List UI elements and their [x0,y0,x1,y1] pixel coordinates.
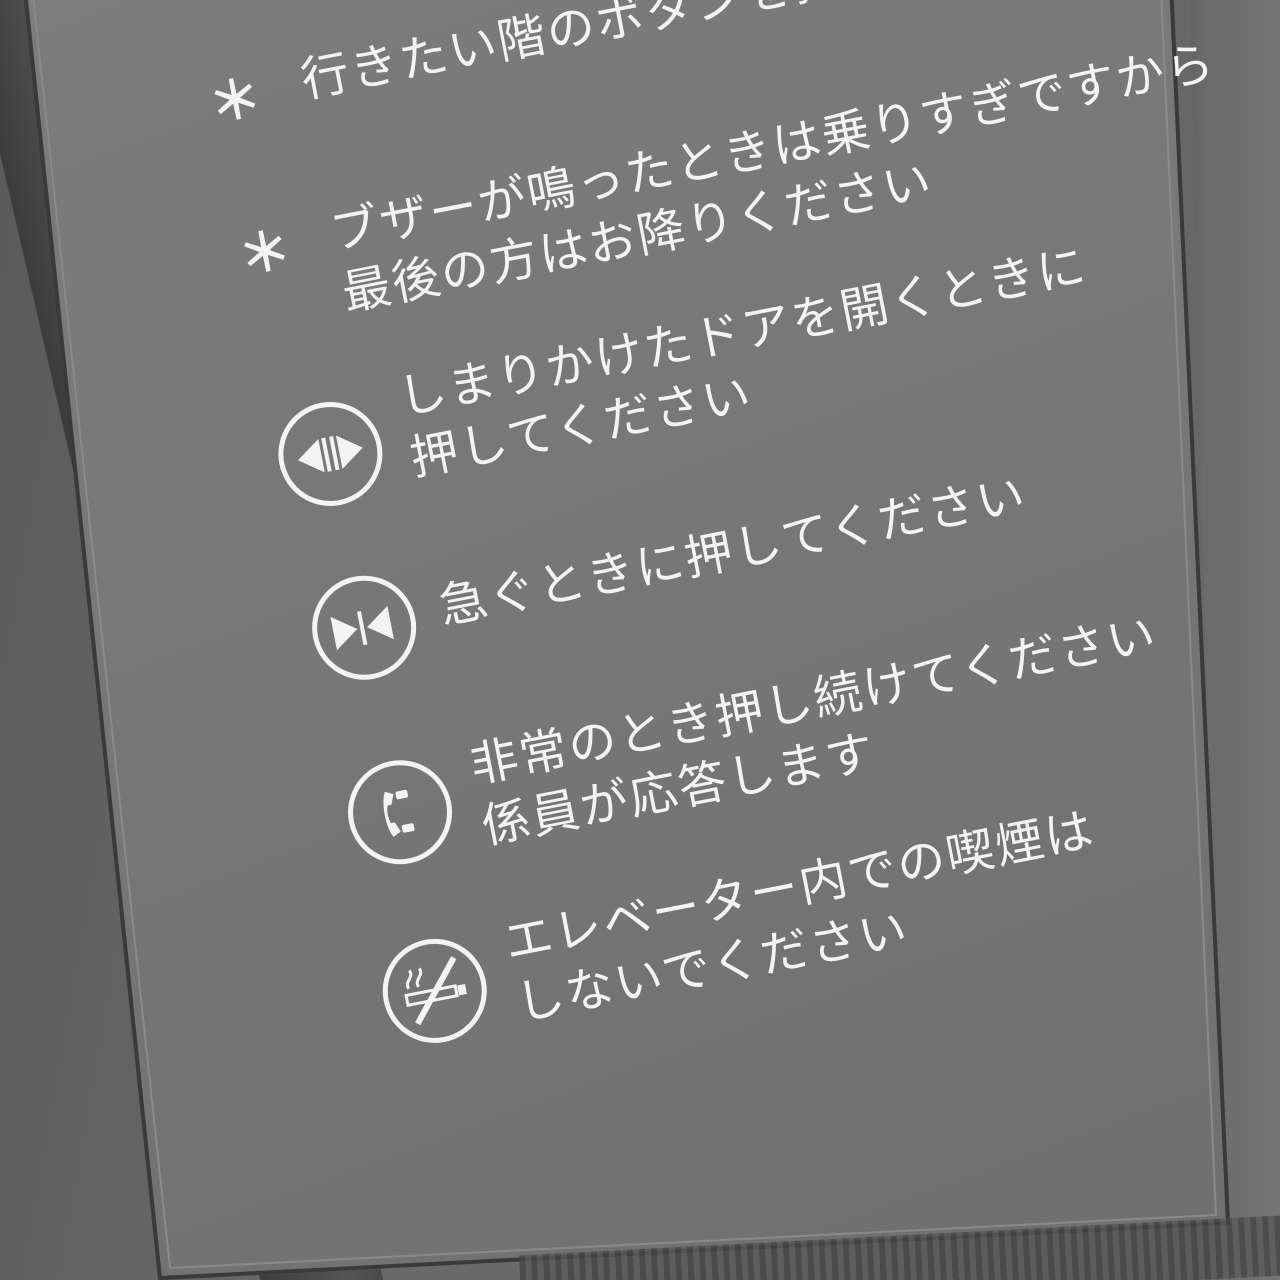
elevator-panel-photo: ＊ 行きたい階のボタンを押してください ＊ ブザーが鳴ったときは乗りすぎですから… [0,0,1280,1280]
door-open-icon [269,392,392,515]
instruction-line: 急ぐときに押してください [434,466,1032,636]
asterisk-marker: ＊ [204,67,267,137]
instruction-text: 急ぐときに押してください [434,464,1032,639]
phone-icon [339,751,461,874]
door-close-icon [303,566,426,689]
no-smoking-icon [373,929,496,1052]
asterisk-marker: ＊ [233,219,297,289]
